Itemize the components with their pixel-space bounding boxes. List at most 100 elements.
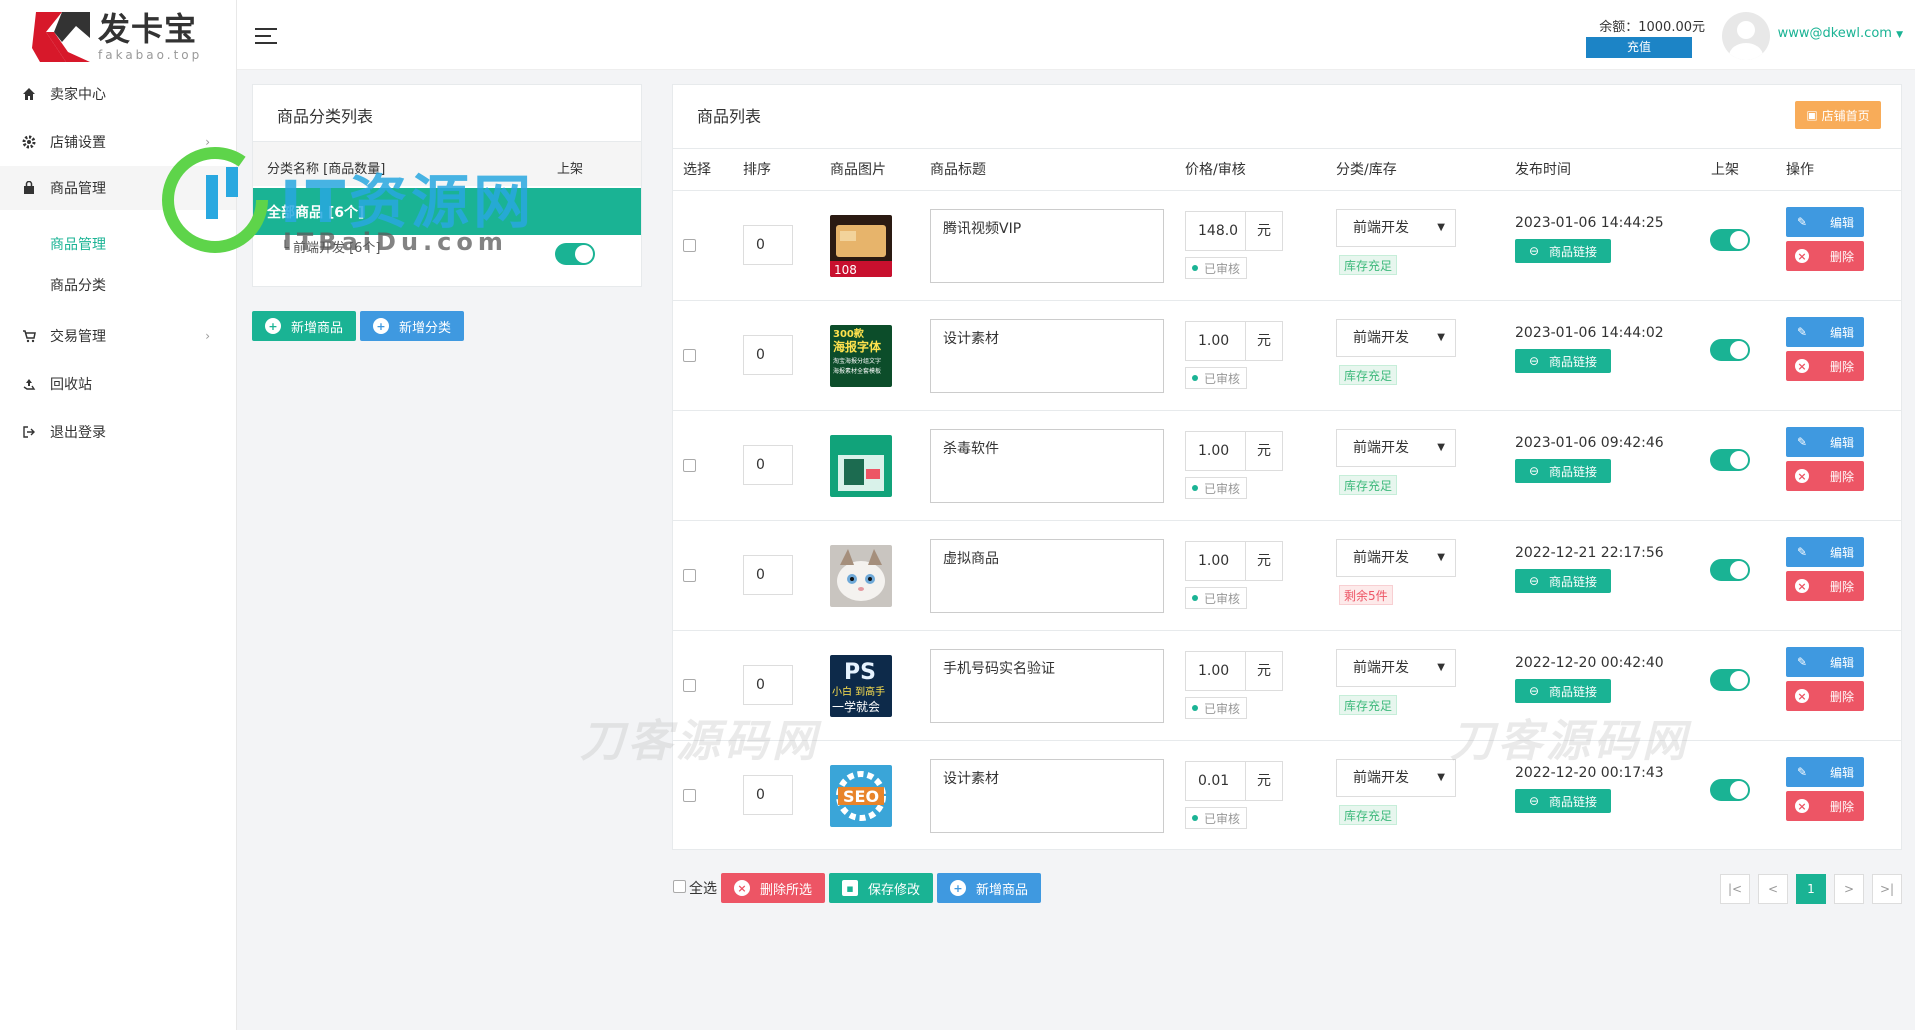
product-link-button[interactable]: ⊖ 商品链接 <box>1515 239 1611 263</box>
sort-input[interactable]: 0 <box>743 225 793 265</box>
online-toggle[interactable] <box>1710 779 1750 801</box>
pencil-icon: ✎ <box>1796 545 1808 559</box>
page-current[interactable]: 1 <box>1796 874 1826 904</box>
page-prev[interactable]: < <box>1758 874 1788 904</box>
link-icon: ⊖ <box>1528 244 1540 258</box>
page-first[interactable]: |< <box>1720 874 1750 904</box>
sort-input[interactable]: 0 <box>743 775 793 815</box>
category-row-frontend[interactable]: └ 前端开发 [6个] <box>281 237 381 256</box>
product-title-input[interactable]: 手机号码实名验证 <box>930 649 1164 723</box>
category-select[interactable]: 前端开发 ▼ <box>1336 649 1456 687</box>
save-changes-button[interactable]: ▪ 保存修改 <box>829 873 933 903</box>
recharge-button[interactable]: 充值 <box>1586 37 1692 58</box>
svg-text:海报字体: 海报字体 <box>833 339 882 354</box>
delete-button[interactable]: × 删除 <box>1786 791 1864 821</box>
product-title-input[interactable]: 杀毒软件 <box>930 429 1164 503</box>
price-input[interactable]: 1.00 元 <box>1185 651 1283 691</box>
user-menu[interactable]: www@dkewl.com ▼ <box>1778 26 1903 41</box>
audit-badge: 已审核 <box>1185 257 1248 279</box>
select-all-checkbox[interactable] <box>673 880 686 893</box>
product-title-input[interactable]: 设计素材 <box>930 759 1164 833</box>
price-unit: 元 <box>1246 762 1282 800</box>
row-checkbox[interactable] <box>683 679 696 692</box>
sidebar-item-trade-management[interactable]: 交易管理 › <box>0 314 236 358</box>
row-checkbox[interactable] <box>683 569 696 582</box>
page-next[interactable]: > <box>1834 874 1864 904</box>
product-link-button[interactable]: ⊖ 商品链接 <box>1515 789 1611 813</box>
category-select[interactable]: 前端开发 ▼ <box>1336 539 1456 577</box>
logo[interactable]: 发卡宝 fakabao.top <box>32 8 202 66</box>
edit-button[interactable]: ✎ 编辑 <box>1786 647 1864 677</box>
sidebar-subitem-product-category[interactable]: 商品分类 <box>50 275 106 295</box>
price-input[interactable]: 1.00 元 <box>1185 431 1283 471</box>
sidebar-item-recycle-bin[interactable]: 回收站 <box>0 362 236 406</box>
sort-input[interactable]: 0 <box>743 445 793 485</box>
delete-button[interactable]: × 删除 <box>1786 241 1864 271</box>
sort-input[interactable]: 0 <box>743 555 793 595</box>
row-checkbox[interactable] <box>683 789 696 802</box>
sort-input[interactable]: 0 <box>743 665 793 705</box>
category-select[interactable]: 前端开发 ▼ <box>1336 319 1456 357</box>
shop-home-button[interactable]: ▣ 店铺首页 <box>1795 101 1881 129</box>
logo-title: 发卡宝 <box>98 10 198 48</box>
product-link-button[interactable]: ⊖ 商品链接 <box>1515 459 1611 483</box>
delete-button[interactable]: × 删除 <box>1786 461 1864 491</box>
product-link-button[interactable]: ⊖ 商品链接 <box>1515 679 1611 703</box>
add-product-bottom-button[interactable]: + 新增商品 <box>937 873 1041 903</box>
close-circle-icon: × <box>1794 358 1810 374</box>
add-product-button[interactable]: + 新增商品 <box>252 311 356 341</box>
price-input[interactable]: 0.01 元 <box>1185 761 1283 801</box>
online-toggle[interactable] <box>1710 339 1750 361</box>
delete-button[interactable]: × 删除 <box>1786 571 1864 601</box>
edit-button[interactable]: ✎ 编辑 <box>1786 427 1864 457</box>
sort-input[interactable]: 0 <box>743 335 793 375</box>
product-link-button[interactable]: ⊖ 商品链接 <box>1515 569 1611 593</box>
svg-text:一学就会: 一学就会 <box>832 699 880 714</box>
avatar[interactable] <box>1722 12 1770 60</box>
category-online-toggle[interactable] <box>555 243 595 265</box>
delete-button[interactable]: × 删除 <box>1786 351 1864 381</box>
sidebar-item-logout[interactable]: 退出登录 <box>0 410 236 454</box>
row-checkbox[interactable] <box>683 349 696 362</box>
page-last[interactable]: >| <box>1872 874 1902 904</box>
col-image: 商品图片 <box>830 162 886 178</box>
store-icon: ▣ <box>1806 108 1818 122</box>
category-panel-title: 商品分类列表 <box>277 107 374 126</box>
edit-button[interactable]: ✎ 编辑 <box>1786 537 1864 567</box>
edit-button[interactable]: ✎ 编辑 <box>1786 207 1864 237</box>
chevron-down-icon: ▼ <box>1437 222 1445 233</box>
menu-toggle-icon[interactable] <box>255 28 277 44</box>
bag-icon <box>20 179 38 197</box>
category-row-all[interactable]: 全部商品 [6个] <box>253 188 641 235</box>
edit-button[interactable]: ✎ 编辑 <box>1786 757 1864 787</box>
row-checkbox[interactable] <box>683 459 696 472</box>
category-select[interactable]: 前端开发 ▼ <box>1336 209 1456 247</box>
chevron-down-icon: ▼ <box>1437 772 1445 783</box>
product-title-input[interactable]: 设计素材 <box>930 319 1164 393</box>
price-input[interactable]: 148.0 元 <box>1185 211 1283 251</box>
online-toggle[interactable] <box>1710 669 1750 691</box>
category-table-header: 分类名称 [商品数量] 上架 <box>253 141 641 186</box>
product-title-input[interactable]: 腾讯视频VIP <box>930 209 1164 283</box>
pencil-icon: ✎ <box>1796 325 1808 339</box>
close-circle-icon: × <box>1794 798 1810 814</box>
delete-selected-button[interactable]: × 删除所选 <box>721 873 825 903</box>
audit-badge: 已审核 <box>1185 367 1248 389</box>
online-toggle[interactable] <box>1710 229 1750 251</box>
row-checkbox[interactable] <box>683 239 696 252</box>
add-category-button[interactable]: + 新增分类 <box>360 311 464 341</box>
online-toggle[interactable] <box>1710 449 1750 471</box>
category-select[interactable]: 前端开发 ▼ <box>1336 429 1456 467</box>
price-input[interactable]: 1.00 元 <box>1185 541 1283 581</box>
category-select[interactable]: 前端开发 ▼ <box>1336 759 1456 797</box>
price-value: 1.00 <box>1186 652 1246 690</box>
product-link-button[interactable]: ⊖ 商品链接 <box>1515 349 1611 373</box>
online-toggle[interactable] <box>1710 559 1750 581</box>
sidebar-subitem-product-management[interactable]: 商品管理 <box>50 234 106 254</box>
delete-button[interactable]: × 删除 <box>1786 681 1864 711</box>
link-icon: ⊖ <box>1528 464 1540 478</box>
edit-button[interactable]: ✎ 编辑 <box>1786 317 1864 347</box>
price-input[interactable]: 1.00 元 <box>1185 321 1283 361</box>
sidebar-item-seller-center[interactable]: 卖家中心 <box>0 72 236 116</box>
product-title-input[interactable]: 虚拟商品 <box>930 539 1164 613</box>
